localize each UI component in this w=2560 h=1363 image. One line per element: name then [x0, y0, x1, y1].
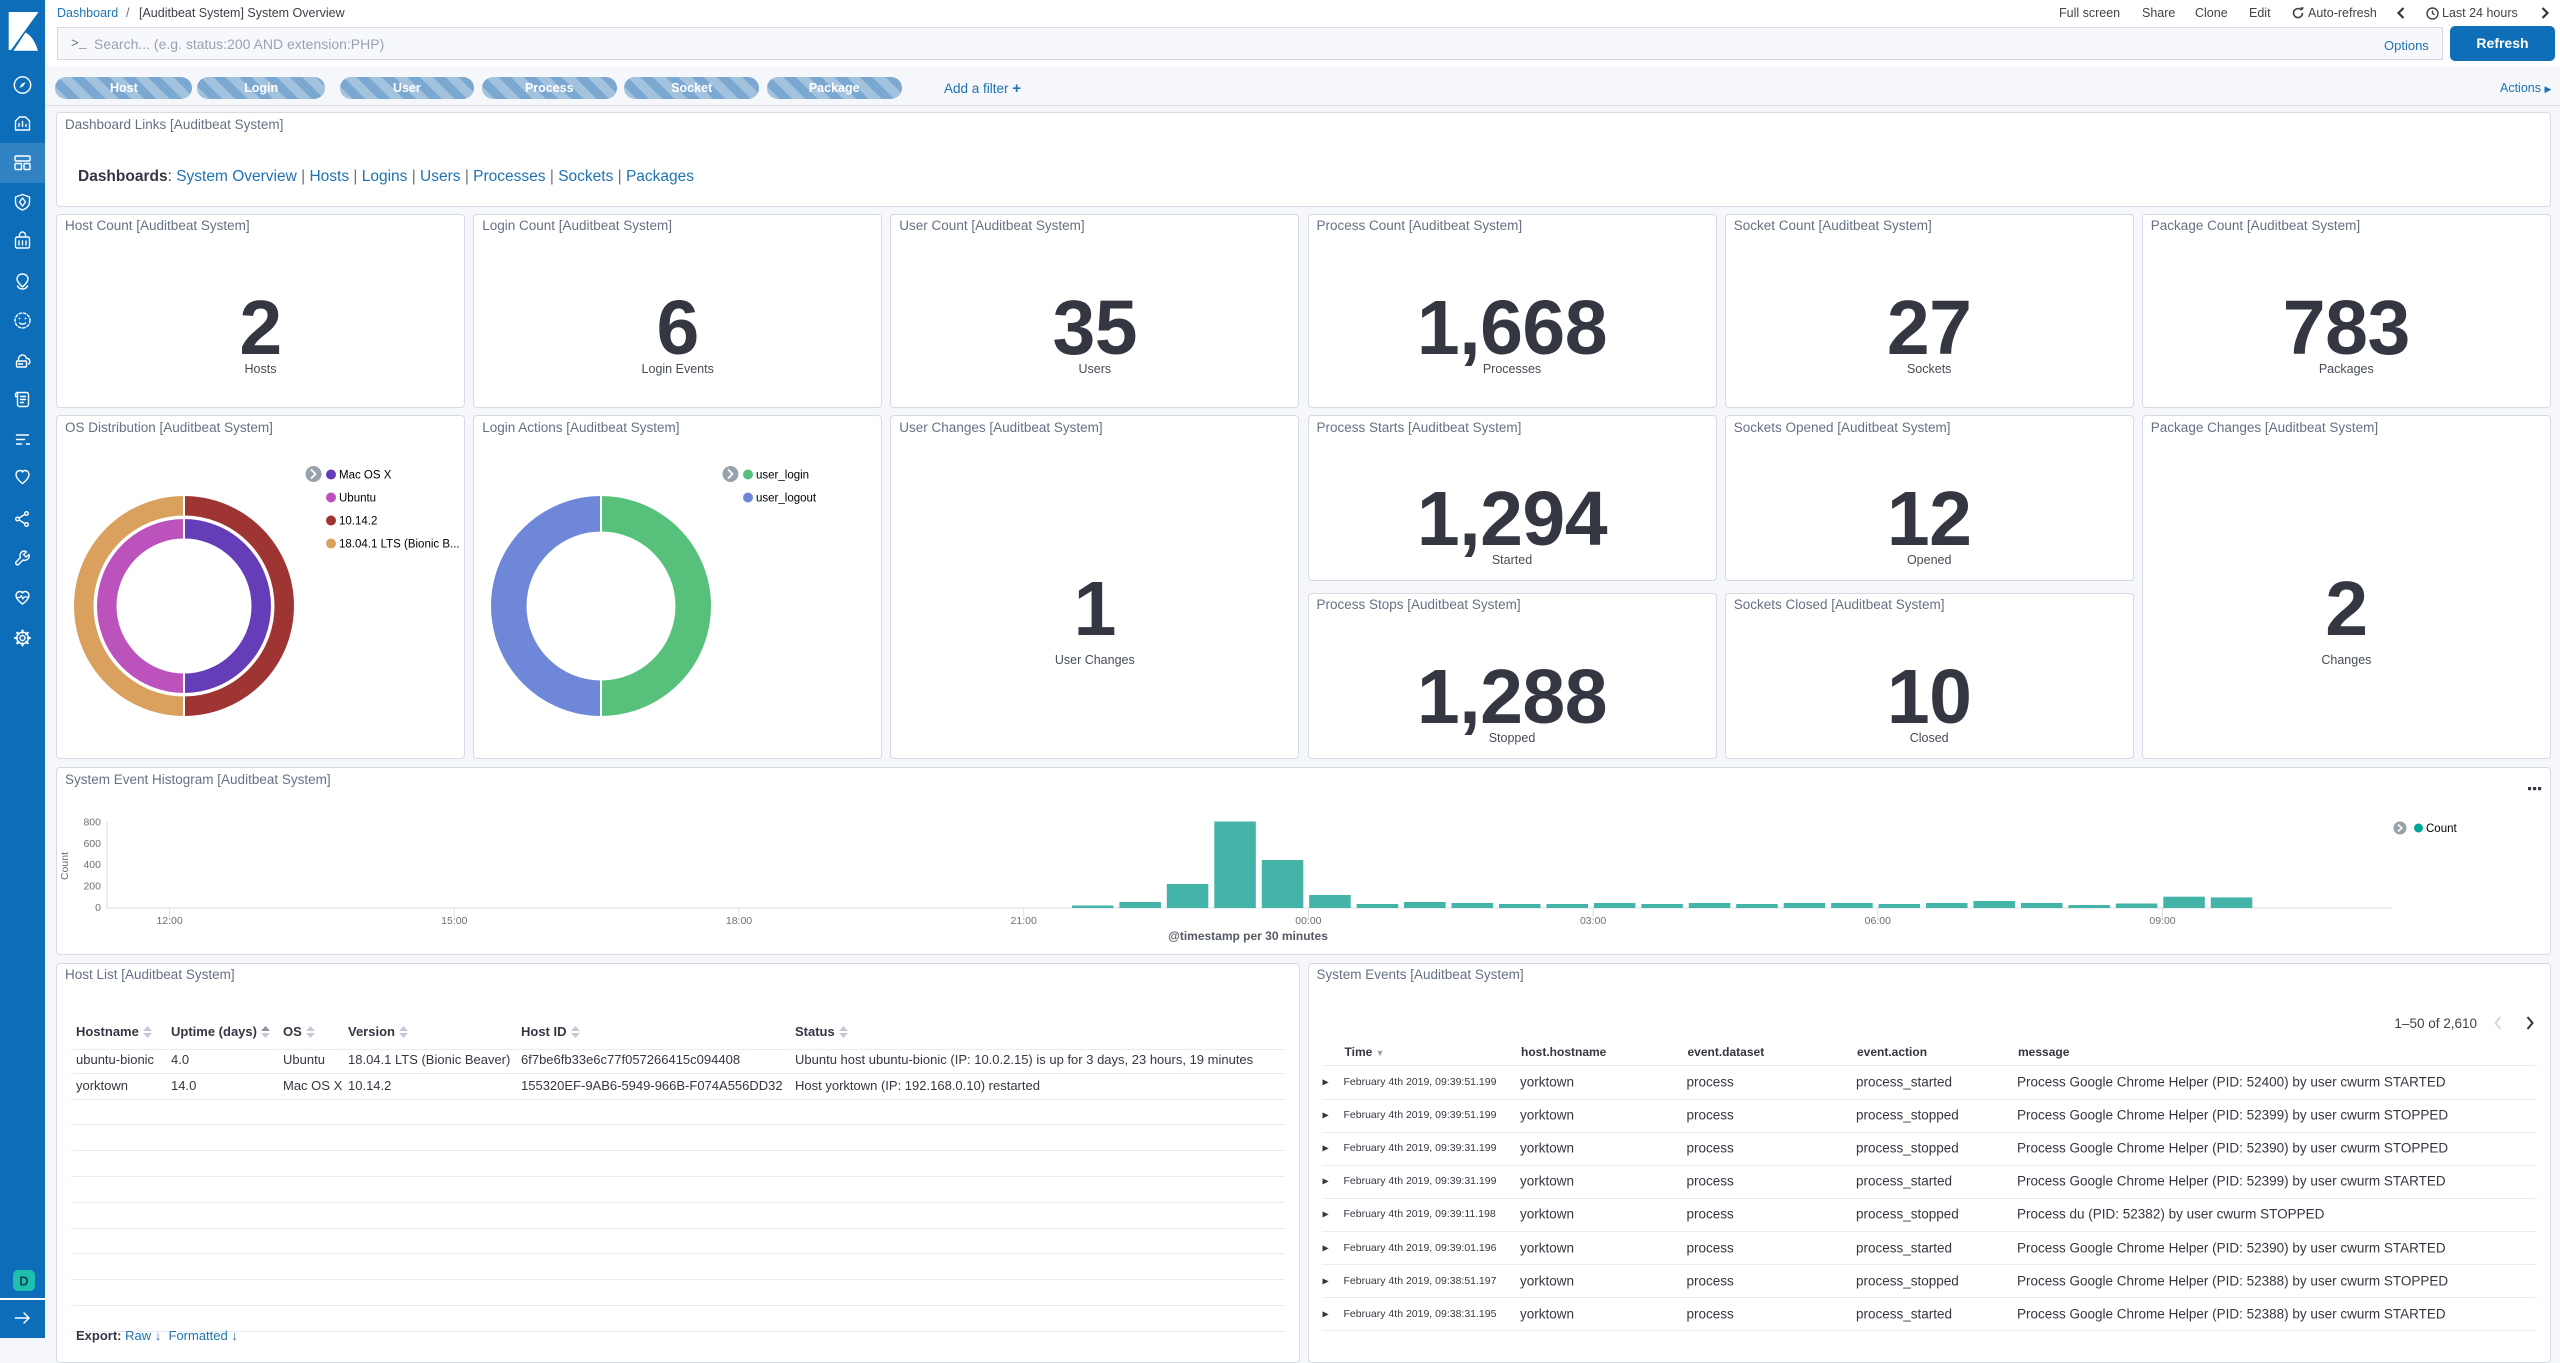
- svg-text:D: D: [19, 1274, 28, 1289]
- svg-text:600: 600: [83, 838, 101, 850]
- svg-text:15:00: 15:00: [441, 915, 467, 927]
- svg-text:12:00: 12:00: [156, 915, 182, 927]
- svg-text:09:00: 09:00: [2149, 915, 2175, 927]
- svg-text:03:00: 03:00: [1580, 915, 1606, 927]
- svg-text:0: 0: [95, 902, 101, 914]
- svg-text:400: 400: [83, 859, 101, 871]
- svg-text:800: 800: [83, 816, 101, 828]
- svg-text:21:00: 21:00: [1011, 915, 1037, 927]
- svg-text:200: 200: [83, 881, 101, 893]
- svg-text:Count: Count: [2426, 823, 2457, 835]
- svg-text:00:00: 00:00: [1295, 915, 1321, 927]
- svg-text:Count: Count: [59, 852, 71, 880]
- svg-text:06:00: 06:00: [1865, 915, 1891, 927]
- svg-text:@timestamp per 30 minutes: @timestamp per 30 minutes: [1168, 929, 1328, 943]
- svg-text:18:00: 18:00: [726, 915, 752, 927]
